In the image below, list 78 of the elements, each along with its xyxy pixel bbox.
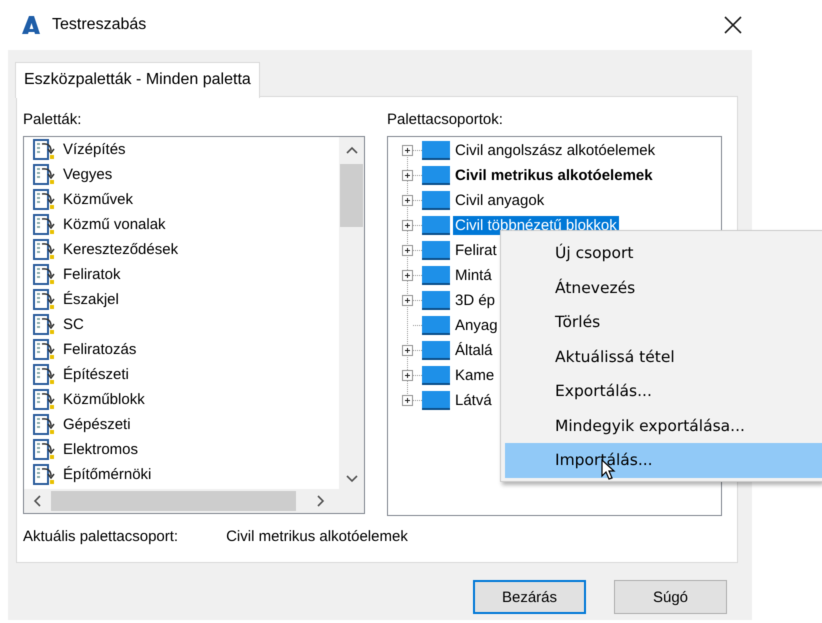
tree-item[interactable]: Mintá [453,266,494,285]
palette-item[interactable]: Építészeti [24,362,334,387]
window-icon [422,190,450,211]
palette-item[interactable]: Elektromos [24,437,334,462]
scrollbar-thumb[interactable] [340,164,363,227]
window-icon [422,390,450,411]
palette-item[interactable]: Vegyes [24,162,334,187]
palette-item[interactable]: Feliratok [24,262,334,287]
document-arrow-icon [33,463,56,486]
expand-icon[interactable] [402,145,413,156]
document-arrow-icon [33,363,56,386]
tree-item[interactable]: Anyag [453,316,500,335]
scrollbar-thumb[interactable] [51,491,296,511]
tree-item[interactable]: Felirat [453,241,499,260]
window-icon [422,290,450,311]
expand-icon[interactable] [402,170,413,181]
tree-item[interactable]: Kame [453,366,496,385]
tree-item[interactable]: Civil anyagok [453,191,546,210]
menu-item[interactable]: Aktuálissá tétel [505,340,822,374]
tree-item[interactable]: 3D ép [453,291,498,310]
expand-icon[interactable] [402,220,413,231]
document-arrow-icon [33,338,56,361]
tree-label: Palettacsoportok: [387,111,504,129]
palette-item[interactable]: Feliratozás [24,337,334,362]
menu-item[interactable]: Mindegyik exportálása... [505,408,822,443]
tree-item[interactable]: Civil metrikus alkotóelemek [453,166,655,185]
menu-item[interactable]: Átnevezés [505,270,822,305]
window-icon [422,240,450,261]
expand-icon[interactable] [402,195,413,206]
expand-icon[interactable] [402,370,413,381]
dialog-button[interactable]: Súgó [614,580,727,614]
menu-item[interactable]: Új csoport [505,236,822,270]
palette-item[interactable]: Kereszteződések [24,237,334,262]
document-arrow-icon [33,213,56,236]
tree-item[interactable]: Látvá [453,391,494,410]
menu-item[interactable]: Exportálás... [505,374,822,408]
palette-item[interactable]: Közmű vonalak [24,212,334,237]
palette-item[interactable]: Vízépítés [24,137,334,162]
window-icon [422,165,450,186]
tree-item[interactable]: Általá [453,341,495,360]
document-arrow-icon [33,263,56,286]
document-arrow-icon [33,438,56,461]
document-arrow-icon [33,388,56,411]
expand-icon[interactable] [402,295,413,306]
window-icon [422,340,450,361]
document-arrow-icon [33,238,56,261]
window-icon [422,365,450,386]
document-arrow-icon [33,313,56,336]
vertical-scrollbar[interactable] [339,137,364,489]
window-icon [422,265,450,286]
document-arrow-icon [33,288,56,311]
palette-item[interactable]: Északjel [24,287,334,312]
expand-icon[interactable] [402,270,413,281]
window-title: Testreszabás [52,16,146,34]
expand-icon[interactable] [402,245,413,256]
palette-item[interactable]: Építőmérnöki [24,462,334,487]
palette-item[interactable]: Közművek [24,187,334,212]
palette-item[interactable]: Közműblokk [24,387,334,412]
menu-item[interactable]: Törlés [505,305,822,340]
horizontal-scrollbar[interactable] [24,489,364,513]
window-icon [422,215,450,236]
window-icon [422,140,450,161]
document-arrow-icon [33,413,56,436]
window-icon [422,315,450,336]
expand-icon[interactable] [402,345,413,356]
document-arrow-icon [33,188,56,211]
palette-item[interactable]: SC [24,312,334,337]
tab[interactable]: Eszközpaletták - Minden paletta [15,62,260,98]
document-arrow-icon [33,163,56,186]
status-value: Civil metrikus alkotóelemek [226,528,408,546]
tree-item[interactable]: Civil angolszász alkotóelemek [453,141,658,160]
palette-item[interactable]: Gépészeti [24,412,334,437]
dialog-button[interactable]: Bezárás [473,580,586,614]
app-logo-icon [20,15,42,35]
expand-icon[interactable] [402,395,413,406]
status-label: Aktuális palettacsoport: [23,528,178,546]
list-label: Paletták: [23,111,82,129]
menu-item[interactable]: Importálás... [505,443,822,478]
